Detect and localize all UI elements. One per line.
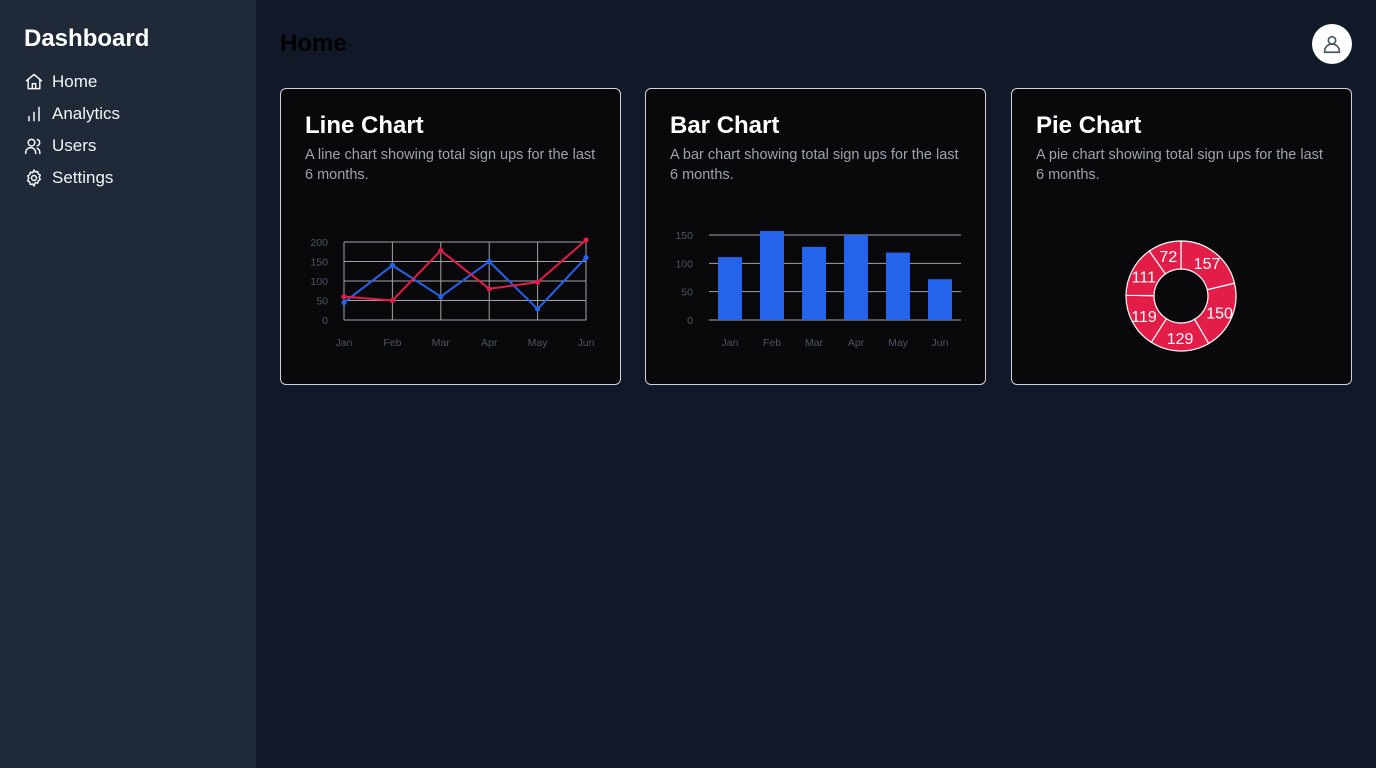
- data-point: [486, 258, 492, 265]
- slice-label: 72: [1159, 249, 1177, 266]
- series-line: [343, 239, 587, 302]
- slice-label: 129: [1167, 331, 1194, 348]
- sidebar-item-label: Users: [52, 136, 97, 155]
- sidebar-item-home[interactable]: Home: [24, 66, 232, 98]
- bar-chart-icon: [28, 106, 40, 122]
- y-tick-label: 100: [675, 258, 693, 270]
- x-tick-label: Apr: [481, 337, 498, 349]
- bar: [928, 279, 952, 320]
- y-tick-label: 0: [322, 315, 328, 327]
- bar: [802, 246, 826, 320]
- y-tick-label: 50: [681, 287, 693, 299]
- data-point: [535, 279, 541, 285]
- bar: [718, 257, 742, 320]
- home-icon: [25, 73, 43, 90]
- pie-chart-card: Pie Chart A pie chart showing total sign…: [1011, 88, 1352, 385]
- bar-chart-card: Bar Chart A bar chart showing total sign…: [645, 88, 986, 385]
- gear-icon: [27, 169, 41, 187]
- brand-title: Dashboard: [24, 25, 150, 52]
- y-tick-label: 100: [310, 276, 328, 288]
- bar: [844, 235, 868, 320]
- bar-chart: 0 50 100 150 Jan Feb Mar Apr May Jun: [675, 230, 961, 349]
- sidebar-item-settings[interactable]: Settings: [24, 162, 232, 194]
- x-tick-label: Jun: [932, 337, 949, 349]
- page-title: Home: [280, 30, 347, 57]
- user-icon: [1323, 35, 1341, 54]
- data-point: [341, 294, 347, 300]
- users-icon: [24, 138, 41, 155]
- x-tick-label: Mar: [805, 337, 824, 349]
- x-tick-label: Feb: [763, 337, 781, 349]
- x-tick-label: May: [888, 337, 909, 349]
- data-point: [438, 247, 444, 254]
- data-point: [389, 297, 395, 304]
- data-point: [583, 237, 589, 243]
- y-tick-label: 0: [687, 315, 693, 327]
- slice-label: 150: [1206, 306, 1233, 323]
- sidebar-item-analytics[interactable]: Analytics: [24, 98, 232, 130]
- data-point: [486, 286, 492, 292]
- x-tick-label: Jan: [722, 337, 739, 349]
- bar: [886, 252, 910, 320]
- y-tick-label: 150: [310, 257, 328, 269]
- slice-label: 157: [1194, 256, 1221, 273]
- x-tick-label: May: [528, 337, 549, 349]
- y-tick-label: 200: [310, 237, 328, 249]
- data-point: [438, 294, 444, 300]
- pie-chart: 157 150 129 119 11172: [1125, 240, 1237, 352]
- data-point: [535, 306, 541, 312]
- x-tick-label: Jun: [578, 337, 595, 349]
- slice-label: 111: [1132, 269, 1156, 286]
- data-point: [583, 255, 589, 261]
- line-chart: 0 50 100 150 200 Jan Feb Mar Apr May Jun: [310, 237, 595, 349]
- sidebar-item-users[interactable]: Users: [24, 130, 232, 162]
- x-tick-label: Apr: [848, 337, 865, 349]
- sidebar-item-label: Home: [52, 72, 98, 91]
- sidebar: Dashboard Home Analytics Users Settings: [0, 0, 256, 768]
- x-tick-label: Mar: [432, 337, 451, 349]
- user-avatar-button[interactable]: [1312, 24, 1352, 64]
- x-tick-label: Feb: [383, 337, 401, 349]
- series-line: [343, 256, 587, 311]
- sidebar-item-label: Analytics: [52, 104, 121, 123]
- bar: [760, 231, 784, 320]
- sidebar-nav: Home Analytics Users Settings: [24, 66, 232, 194]
- data-point: [341, 299, 347, 306]
- sidebar-item-label: Settings: [52, 168, 114, 187]
- x-tick-label: Jan: [336, 337, 353, 349]
- data-point: [389, 262, 395, 268]
- line-chart-card: Line Chart A line chart showing total si…: [280, 88, 621, 385]
- main-content: Home Line Chart A line chart showing tot…: [256, 0, 1376, 768]
- y-tick-label: 50: [316, 296, 328, 308]
- y-tick-label: 150: [675, 230, 693, 242]
- slice-label: 119: [1131, 309, 1157, 326]
